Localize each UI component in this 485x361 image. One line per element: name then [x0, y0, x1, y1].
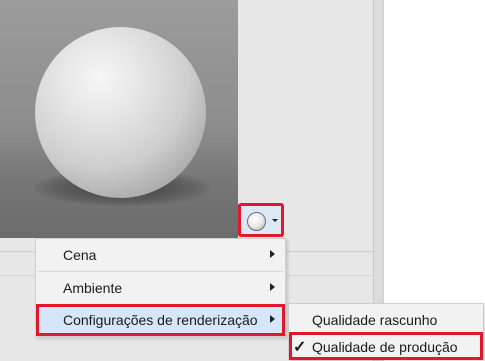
menu-item-label: Configurações de renderização — [63, 312, 258, 328]
submenu-item-label: Qualidade de produção — [312, 339, 458, 355]
material-preview — [0, 0, 238, 238]
preview-options-menu: Cena Ambiente Configurações de renderiza… — [35, 238, 286, 337]
submenu-item-draft-quality[interactable]: Qualidade rascunho — [289, 305, 483, 333]
chevron-down-icon — [272, 219, 278, 222]
submenu-item-label: Qualidade rascunho — [312, 312, 438, 328]
menu-item-configuracoes-renderizacao[interactable]: Configurações de renderização — [36, 304, 285, 336]
submenu-arrow-icon — [270, 315, 275, 323]
sphere-preview-icon — [247, 212, 266, 231]
submenu-arrow-icon — [270, 250, 275, 258]
menu-item-cena[interactable]: Cena — [36, 239, 285, 271]
check-icon: ✓ — [293, 339, 307, 356]
preview-options-button[interactable] — [238, 203, 284, 237]
submenu-arrow-icon — [270, 283, 275, 291]
menu-item-label: Ambiente — [63, 280, 123, 296]
render-quality-submenu: Qualidade rascunho ✓ Qualidade de produç… — [288, 303, 484, 360]
menu-item-ambiente[interactable]: Ambiente — [36, 272, 285, 304]
preview-sphere — [35, 27, 206, 198]
submenu-item-production-quality[interactable]: ✓ Qualidade de produção — [289, 332, 483, 360]
menu-item-label: Cena — [63, 247, 97, 263]
